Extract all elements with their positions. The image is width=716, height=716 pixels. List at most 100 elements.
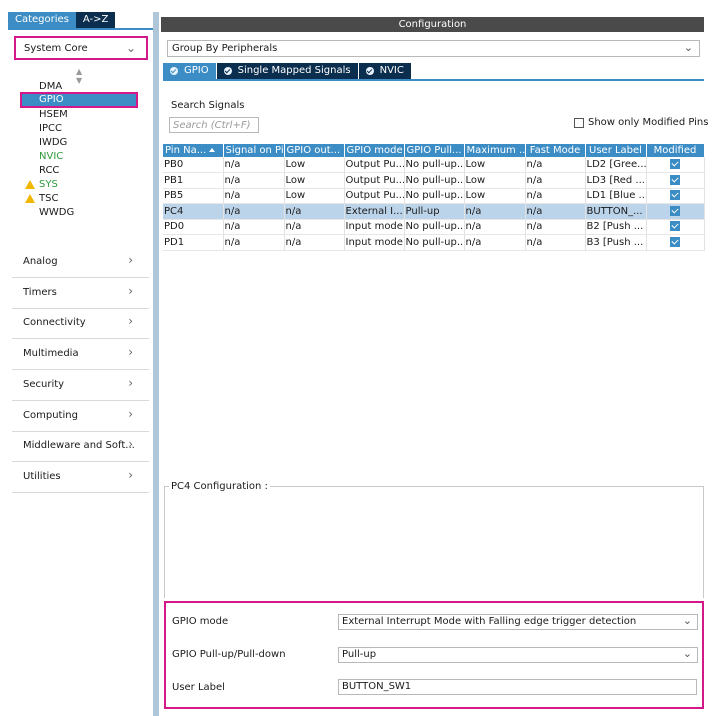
table-row[interactable]: PB5 n/a Low Output Pu... No pull-up... Low n/a… <box>163 188 705 204</box>
category-label: Utilities <box>23 470 61 482</box>
category-computing[interactable]: Computing › <box>12 402 149 432</box>
table-cell: BUTTON_... <box>585 203 647 220</box>
tab-gpio[interactable]: GPIO <box>163 63 216 79</box>
pin-settings-panel: GPIO mode External Interrupt Mode with F… <box>164 601 704 709</box>
category-label: Multimedia <box>23 348 79 360</box>
table-cell: n/a <box>223 188 285 204</box>
table-header-row: Pin Na... Signal on Pin GPIO out... GPIO mo… <box>163 144 705 157</box>
category-middleware-and-soft[interactable]: Middleware and Soft... › <box>12 432 149 463</box>
column-header[interactable]: Signal on Pin <box>223 144 285 157</box>
chevron-right-icon: › <box>128 375 133 390</box>
column-header-label: Modified <box>653 145 697 156</box>
column-header-label: User Label <box>589 145 642 156</box>
table-row[interactable]: PC4 n/a n/a External I... Pull-up n/a n/a BUTTO… <box>163 203 705 220</box>
category-utilities[interactable]: Utilities › <box>12 463 149 493</box>
check-circle-icon <box>223 67 232 75</box>
tab-label: NVIC <box>379 65 404 76</box>
search-signals-label: Search Signals <box>171 100 245 111</box>
sidebar-item-nvic[interactable]: NVIC <box>39 150 63 163</box>
tab-categories[interactable]: Categories <box>8 12 76 28</box>
tab-underline <box>8 28 153 30</box>
category-security[interactable]: Security › <box>12 371 149 401</box>
user-label-input[interactable]: BUTTON_SW1 <box>338 679 697 695</box>
show-modified-checkbox[interactable]: Show only Modified Pins <box>574 117 708 128</box>
checkmark-icon <box>670 221 680 232</box>
tab-single-mapped-signals[interactable]: Single Mapped Signals <box>216 63 358 79</box>
column-header-label: Pin Na... <box>165 145 207 156</box>
checkmark-icon <box>670 159 680 169</box>
tab-nvic[interactable]: NVIC <box>358 63 411 79</box>
table-row[interactable]: PB0 n/a Low Output Pu... No pull-up... Low n/a… <box>163 157 705 173</box>
table-cell: n/a <box>284 219 345 235</box>
table-cell: Low <box>284 188 345 204</box>
column-header[interactable]: Maximum ... <box>464 144 526 157</box>
category-system-core[interactable]: System Core ⌄ <box>14 36 148 60</box>
category-analog[interactable]: Analog › <box>12 248 149 278</box>
gpio-pull-select[interactable]: Pull-up ⌄ <box>338 647 698 663</box>
category-timers[interactable]: Timers › <box>12 279 149 309</box>
table-body: PB0 n/a Low Output Pu... No pull-up... Low n/a… <box>163 157 705 251</box>
table-row[interactable]: PD1 n/a n/a Input mode No pull-up... n/a n/a B3… <box>163 234 705 251</box>
sidebar-item-rcc[interactable]: RCC <box>39 164 59 177</box>
chevron-right-icon: › <box>128 314 133 329</box>
column-header[interactable]: GPIO out... <box>284 144 345 157</box>
table-cell: PD1 <box>163 234 224 251</box>
sidebar-item-tsc[interactable]: TSC <box>39 192 58 205</box>
table-row[interactable]: PB1 n/a Low Output Pu... No pull-up... Low n/a… <box>163 172 705 189</box>
chevron-right-icon: › <box>128 345 133 360</box>
column-header[interactable]: Pin Na... <box>163 144 224 157</box>
table-cell: No pull-up... <box>404 219 465 235</box>
gpio-mode-label: GPIO mode <box>172 616 229 627</box>
tab-label: GPIO <box>184 65 209 76</box>
category-label: Connectivity <box>23 317 86 329</box>
table-cell: n/a <box>223 234 285 251</box>
sidebar-item-ipcc[interactable]: IPCC <box>39 122 62 135</box>
table-cell: Pull-up <box>404 203 465 220</box>
table-cell: Low <box>284 157 345 173</box>
modified-cell <box>646 172 705 189</box>
category-multimedia[interactable]: Multimedia › <box>12 340 149 371</box>
sidebar-item-hsem[interactable]: HSEM <box>39 108 68 121</box>
table-cell: n/a <box>223 172 285 189</box>
sidebar-item-wwdg[interactable]: WWDG <box>39 206 74 219</box>
category-label: Timers <box>23 286 57 298</box>
sidebar-item-sys[interactable]: SYS <box>39 178 58 191</box>
column-header[interactable]: GPIO Pull... <box>404 144 465 157</box>
pc4-configuration-group: PC4 Configuration : <box>164 481 704 598</box>
column-header[interactable]: User Label <box>585 144 647 157</box>
table-row[interactable]: PD0 n/a n/a Input mode No pull-up... n/a n/a B2… <box>163 219 705 235</box>
table-cell: Output Pu... <box>344 157 405 173</box>
table-cell: n/a <box>464 203 526 220</box>
user-label-label: User Label <box>172 682 225 693</box>
column-header[interactable]: GPIO mode <box>344 144 405 157</box>
sidebar-item-iwdg[interactable]: IWDG <box>39 136 67 149</box>
gpio-mode-select[interactable]: External Interrupt Mode with Falling edg… <box>338 614 698 630</box>
table-cell: No pull-up... <box>404 188 465 204</box>
table-cell: n/a <box>525 203 586 220</box>
checkmark-icon <box>670 174 680 185</box>
checkmark-icon <box>670 236 680 247</box>
table-cell: Low <box>464 188 526 204</box>
table-cell: PC4 <box>163 203 224 220</box>
category-connectivity[interactable]: Connectivity › <box>12 309 149 340</box>
tab-a-z[interactable]: A->Z <box>75 12 116 28</box>
column-header-label: GPIO mode <box>346 145 403 156</box>
panel-splitter[interactable] <box>153 12 159 716</box>
sidebar-item-gpio[interactable]: GPIO <box>22 94 136 106</box>
chevron-right-icon: › <box>128 467 133 482</box>
tab-underline <box>163 79 704 81</box>
group-by-select[interactable]: Group By Peripherals ⌄ <box>167 40 700 57</box>
modified-cell <box>646 219 705 235</box>
column-header[interactable]: Modified <box>646 144 705 157</box>
table-cell: n/a <box>284 234 345 251</box>
chevron-down-icon: ⌄ <box>682 614 692 627</box>
table-cell: External I... <box>344 203 405 220</box>
column-header-label: GPIO out... <box>286 145 341 156</box>
sort-icon[interactable]: ▲ ▼ <box>76 67 82 85</box>
column-header[interactable]: Fast Mode <box>525 144 586 157</box>
checkbox-icon[interactable] <box>574 117 584 128</box>
checkmark-icon <box>670 190 680 201</box>
table-cell: n/a <box>525 172 586 189</box>
search-input[interactable] <box>169 117 259 133</box>
category-label: Security <box>23 378 65 390</box>
